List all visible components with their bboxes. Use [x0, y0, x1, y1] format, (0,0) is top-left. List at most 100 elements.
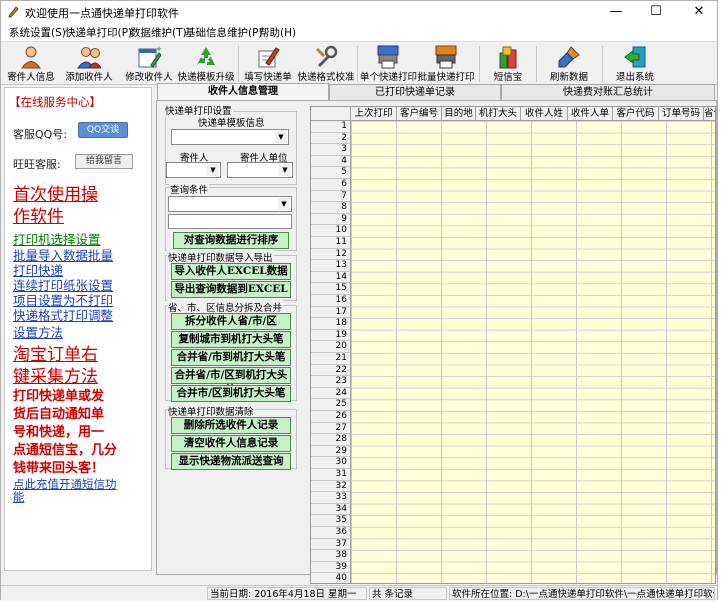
merge-pcd-button[interactable]: 合并省/市/区到机打大头笔 — [171, 367, 291, 396]
sender-info-button[interactable]: 寄件人信息 — [5, 42, 57, 86]
row-header[interactable]: 9 — [311, 213, 351, 226]
add-recipient-button[interactable]: 添加收件人 — [61, 42, 117, 86]
maximize-button[interactable]: ☐ — [641, 3, 671, 21]
row-header[interactable]: 3 — [311, 144, 351, 156]
row-header[interactable]: 34 — [311, 503, 351, 516]
row-header[interactable]: 30 — [311, 457, 351, 469]
row-header[interactable]: 17 — [311, 306, 351, 319]
row-header[interactable]: 16 — [311, 295, 351, 307]
row-header[interactable]: 11 — [311, 237, 351, 249]
menu-express-print[interactable]: 快递单打印(P) — [65, 25, 132, 40]
first-use-link-line2[interactable]: 作软件 — [13, 206, 64, 228]
import-excel-button[interactable]: 导入收件人EXCEL数据 — [171, 263, 291, 280]
merge-province-city-button[interactable]: 合并省/市到机打大头笔 — [171, 349, 291, 366]
edit-recipient-button[interactable]: + 修改收件人 — [121, 42, 177, 86]
template-upgrade-button[interactable]: 快递模板升级 — [177, 42, 235, 86]
tab-printed-records[interactable]: 已打印快递单记录 — [329, 84, 501, 100]
column-header[interactable]: 客户编号 — [397, 107, 442, 121]
menu-help[interactable]: 帮助(H) — [259, 25, 296, 40]
delete-selected-button[interactable]: 删除所选收件人记录 — [171, 417, 291, 434]
show-logistics-button[interactable]: 显示快递物流派送查询 — [171, 453, 291, 470]
recharge-sms-link[interactable]: 点此充值开通短信功 — [13, 478, 117, 491]
row-header[interactable]: 33 — [311, 492, 351, 504]
row-header[interactable]: 35 — [311, 515, 351, 527]
column-header[interactable]: 省份 — [704, 107, 715, 121]
column-header[interactable]: 客户代码 — [613, 107, 659, 121]
row-header[interactable]: 39 — [311, 561, 351, 574]
row-header[interactable]: 28 — [311, 434, 351, 446]
row-header[interactable]: 13 — [311, 260, 351, 272]
row-header[interactable]: 6 — [311, 179, 351, 191]
row-header[interactable]: 32 — [311, 480, 351, 493]
row-header[interactable]: 15 — [311, 283, 351, 295]
row-header[interactable]: 4 — [311, 155, 351, 168]
sender-unit-select[interactable]: ▼ — [227, 162, 293, 178]
tab-fee-statistics[interactable]: 快递费对账汇总统计 — [501, 84, 715, 100]
grid-cells[interactable] — [351, 121, 715, 583]
row-header[interactable]: 10 — [311, 225, 351, 237]
continuous-paper-link[interactable]: 连续打印纸张设置 — [13, 278, 113, 293]
sms-button[interactable]: 短信宝 — [483, 42, 533, 86]
query-input[interactable] — [168, 214, 292, 229]
export-excel-button[interactable]: 导出查询数据到EXCEL — [171, 281, 291, 298]
recipient-grid[interactable]: 上次打印 客户编号 目的地 机打大头 收件人姓 收件人单 客户代码 订单号码 省… — [310, 106, 716, 584]
template-select[interactable]: ▼ — [171, 129, 289, 145]
copy-city-button[interactable]: 复制城市到机打大头笔 — [171, 331, 291, 348]
column-header[interactable]: 机打大头 — [476, 107, 521, 121]
row-header[interactable]: 2 — [311, 132, 351, 145]
fill-waybill-button[interactable]: 填写快递单 — [241, 42, 295, 86]
row-header[interactable]: 5 — [311, 167, 351, 179]
format-adjust-link-line2[interactable]: 设置方法 — [13, 325, 63, 340]
column-header[interactable]: 目的地 — [442, 107, 476, 121]
column-header[interactable]: 上次打印 — [351, 107, 397, 121]
row-header[interactable]: 7 — [311, 190, 351, 203]
recharge-sms-link-line2[interactable]: 能 — [13, 491, 25, 504]
row-header[interactable]: 20 — [311, 341, 351, 353]
row-header[interactable]: 1 — [311, 121, 351, 133]
sort-query-button[interactable]: 对查询数据进行排序 — [173, 232, 289, 249]
row-header[interactable]: 27 — [311, 422, 351, 435]
row-header[interactable]: 19 — [311, 329, 351, 342]
row-header[interactable]: 36 — [311, 527, 351, 539]
format-adjust-link[interactable]: 快递格式打印调整 — [13, 308, 113, 323]
row-header[interactable]: 14 — [311, 271, 351, 284]
batch-print-button[interactable]: 批量快递打印 — [416, 42, 476, 86]
row-header[interactable]: 26 — [311, 411, 351, 423]
menu-system-settings[interactable]: 系统设置(S) — [9, 25, 66, 40]
row-header[interactable]: 18 — [311, 318, 351, 330]
no-print-item-link[interactable]: 项目设置为不打印 — [13, 293, 113, 308]
row-header[interactable]: 23 — [311, 376, 351, 388]
row-header[interactable]: 22 — [311, 364, 351, 377]
refresh-data-button[interactable]: 刷新数据 — [539, 42, 599, 86]
format-calibrate-button[interactable]: 快递格式校准 — [297, 42, 355, 86]
first-use-link[interactable]: 首次使用操 — [13, 184, 98, 206]
single-print-button[interactable]: 单个快递打印 — [360, 42, 417, 86]
batch-import-link-line2[interactable]: 打印快递 — [13, 263, 63, 278]
minimize-button[interactable]: — — [601, 3, 631, 21]
merge-city-district-button[interactable]: 合并市/区到机打大头笔 — [171, 385, 291, 402]
row-header[interactable]: 12 — [311, 248, 351, 261]
column-header[interactable]: 订单号码 — [659, 107, 704, 121]
taobao-collect-link[interactable]: 淘宝订单右 — [13, 344, 98, 366]
row-header[interactable]: 37 — [311, 538, 351, 551]
row-header[interactable]: 40 — [311, 573, 351, 583]
row-header[interactable]: 25 — [311, 399, 351, 411]
row-header[interactable]: 8 — [311, 202, 351, 214]
taobao-collect-link-line2[interactable]: 键采集方法 — [13, 366, 98, 388]
menu-data-maintenance[interactable]: 数据维护(T) — [130, 25, 187, 40]
tab-recipient-management[interactable]: 收件人信息管理 — [157, 83, 329, 101]
split-region-button[interactable]: 拆分收件人省/市/区 — [171, 313, 291, 330]
row-header[interactable]: 21 — [311, 353, 351, 365]
batch-import-link[interactable]: 批量导入数据批量 — [13, 248, 113, 263]
exit-system-button[interactable]: 退出系统 — [607, 42, 663, 86]
row-header[interactable]: 31 — [311, 469, 351, 481]
close-button[interactable]: ✕ — [684, 3, 714, 21]
column-header[interactable]: 收件人单 — [568, 107, 613, 121]
column-header[interactable]: 收件人姓 — [521, 107, 568, 121]
row-header[interactable]: 24 — [311, 387, 351, 400]
qq-chat-button[interactable]: QQ交谈 — [78, 122, 128, 138]
row-header[interactable]: 29 — [311, 445, 351, 458]
leave-message-button[interactable]: 给我留言 — [75, 154, 133, 169]
menu-base-info[interactable]: 基础信息维护(P) — [185, 25, 263, 40]
printer-settings-link[interactable]: 打印机选择设置 — [13, 232, 101, 247]
